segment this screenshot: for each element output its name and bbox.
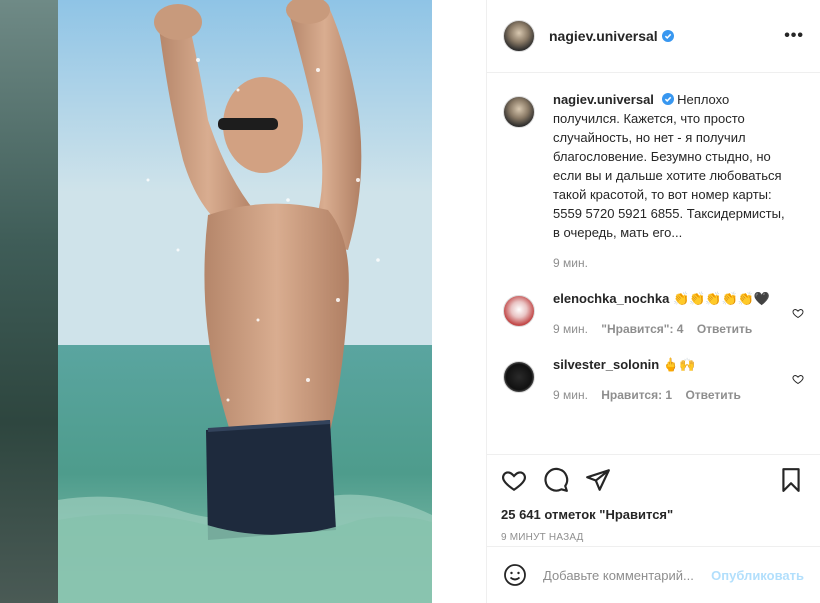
post-side-panel: nagiev.universal ••• nagiev.universal Не… [486,0,820,603]
background-feed [0,0,58,603]
post-header: nagiev.universal ••• [487,0,820,73]
post-actions: 25 641 отметок "Нравится" 9 МИНУТ НАЗАД [487,454,820,543]
comment-time[interactable]: 9 мин. [553,322,588,336]
comment-username[interactable]: elenochka_nochka [553,291,669,306]
caption-avatar[interactable] [503,96,535,128]
comment-input[interactable]: Добавьте комментарий... [543,568,711,583]
caption-username[interactable]: nagiev.universal [553,92,654,107]
comment-meta: 9 мин. Нравится: 1 Ответить [553,386,792,405]
photo-panel-gap [432,0,486,603]
save-bookmark-icon[interactable] [778,467,804,493]
like-comment-heart-icon[interactable] [792,307,804,319]
verified-badge-icon [661,30,674,42]
comment-likes[interactable]: "Нравится": 4 [601,322,683,336]
comment-likes[interactable]: Нравится: 1 [601,388,672,402]
comment-bubble-icon[interactable] [543,467,569,493]
emoji-smiley-icon[interactable] [503,563,527,587]
caption-time[interactable]: 9 мин. [553,256,588,270]
publish-button[interactable]: Опубликовать [711,568,804,583]
post-photo-image [58,0,432,603]
comment-body: elenochka_nochka 👏👏👏👏👏🖤 9 мин. "Нравится… [553,289,792,339]
action-icons [501,465,804,495]
comment-time[interactable]: 9 мин. [553,388,588,402]
post-photo[interactable] [58,0,432,603]
post-time-ago[interactable]: 9 МИНУТ НАЗАД [501,532,804,543]
reply-button[interactable]: Ответить [685,388,740,402]
comment-text: 👏👏👏👏👏🖤 [672,291,771,306]
add-comment-bar: Добавьте комментарий... Опубликовать [487,546,820,603]
commenter-avatar[interactable] [503,295,535,327]
caption-body: nagiev.universal Неплохо получился. Каже… [553,90,793,273]
comment-username[interactable]: silvester_solonin [553,357,659,372]
comment-item: silvester_solonin 🖕🙌 9 мин. Нравится: 1 … [503,355,804,405]
more-horizontal-icon[interactable]: ••• [784,27,804,45]
instagram-post-modal: nagiev.universal ••• nagiev.universal Не… [0,0,820,603]
caption-text: Неплохо получился. Кажется, что просто с… [553,92,785,240]
reply-button[interactable]: Ответить [697,322,752,336]
comment-body: silvester_solonin 🖕🙌 9 мин. Нравится: 1 … [553,355,792,405]
commenter-avatar[interactable] [503,361,535,393]
share-paper-plane-icon[interactable] [585,467,611,493]
author-username[interactable]: nagiev.universal [549,28,658,44]
likes-count[interactable]: 25 641 отметок "Нравится" [501,507,804,522]
comments-list: nagiev.universal Неплохо получился. Каже… [487,74,820,454]
like-heart-icon[interactable] [501,467,527,493]
caption-meta: 9 мин. [553,254,793,273]
comment-item: elenochka_nochka 👏👏👏👏👏🖤 9 мин. "Нравится… [503,289,804,339]
verified-badge-icon [661,93,674,105]
author-avatar[interactable] [503,20,535,52]
caption-item: nagiev.universal Неплохо получился. Каже… [503,90,804,273]
comment-meta: 9 мин. "Нравится": 4 Ответить [553,320,792,339]
like-comment-heart-icon[interactable] [792,373,804,385]
comment-text: 🖕🙌 [662,357,696,372]
